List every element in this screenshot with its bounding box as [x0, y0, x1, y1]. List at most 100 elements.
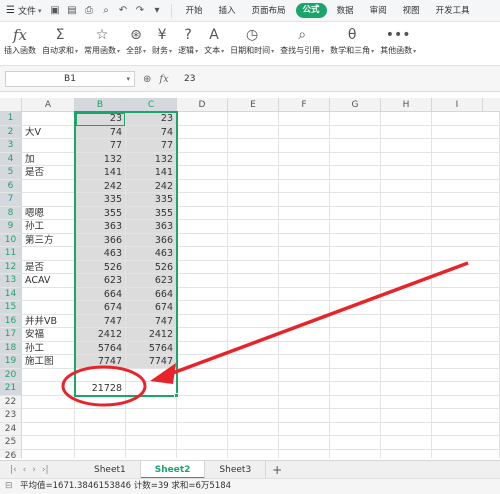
- menu-tab[interactable]: 视图: [395, 0, 428, 22]
- cell-a13[interactable]: ACAV: [22, 274, 75, 288]
- cell-g8[interactable]: [330, 206, 381, 220]
- ribbon-button[interactable]: ⌕ 查找与引用▾: [280, 22, 324, 56]
- row-header[interactable]: 8: [0, 206, 22, 220]
- cell-f11[interactable]: [279, 247, 330, 261]
- cell-d25[interactable]: [177, 436, 228, 450]
- cell-a7[interactable]: [22, 193, 75, 207]
- cell-a23[interactable]: [22, 409, 75, 423]
- cell-i5[interactable]: [432, 166, 500, 180]
- cell-c24[interactable]: [126, 422, 177, 436]
- ribbon-button[interactable]: ◷ 日期和时间▾: [230, 22, 274, 56]
- cell-f21[interactable]: [279, 382, 330, 396]
- row-header[interactable]: 7: [0, 193, 22, 207]
- cell-g22[interactable]: [330, 395, 381, 409]
- cell-h3[interactable]: [381, 139, 432, 153]
- cell-e20[interactable]: [228, 368, 279, 382]
- cell-a6[interactable]: [22, 179, 75, 193]
- row-header[interactable]: 16: [0, 314, 22, 328]
- cell-h17[interactable]: [381, 328, 432, 342]
- cell-i23[interactable]: [432, 409, 500, 423]
- cell-f14[interactable]: [279, 287, 330, 301]
- cell-g2[interactable]: [330, 125, 381, 139]
- column-header[interactable]: H: [381, 98, 432, 112]
- cell-d1[interactable]: [177, 112, 228, 126]
- cell-i26[interactable]: [432, 449, 500, 458]
- menu-tab[interactable]: 开始: [178, 0, 211, 22]
- cell-a12[interactable]: 是否: [22, 260, 75, 274]
- row-header[interactable]: 18: [0, 341, 22, 355]
- cell-h9[interactable]: [381, 220, 432, 234]
- cell-g14[interactable]: [330, 287, 381, 301]
- cell-g3[interactable]: [330, 139, 381, 153]
- cell-h5[interactable]: [381, 166, 432, 180]
- cell-b4[interactable]: 132: [75, 152, 126, 166]
- cell-c1[interactable]: 23: [126, 112, 177, 126]
- cell-a24[interactable]: [22, 422, 75, 436]
- cell-i3[interactable]: [432, 139, 500, 153]
- cell-d12[interactable]: [177, 260, 228, 274]
- column-header[interactable]: G: [330, 98, 381, 112]
- cell-b2[interactable]: 74: [75, 125, 126, 139]
- print-icon[interactable]: ⎙: [82, 5, 97, 16]
- file-menu[interactable]: ☰ 文件 ▾: [0, 0, 48, 22]
- cell-d24[interactable]: [177, 422, 228, 436]
- cell-f24[interactable]: [279, 422, 330, 436]
- cell-g18[interactable]: [330, 341, 381, 355]
- cell-f19[interactable]: [279, 355, 330, 369]
- row-header[interactable]: 3: [0, 139, 22, 153]
- cell-h24[interactable]: [381, 422, 432, 436]
- cell-g9[interactable]: [330, 220, 381, 234]
- cell-h6[interactable]: [381, 179, 432, 193]
- row-header[interactable]: 25: [0, 436, 22, 450]
- cell-h4[interactable]: [381, 152, 432, 166]
- cell-i6[interactable]: [432, 179, 500, 193]
- cell-i11[interactable]: [432, 247, 500, 261]
- cell-d14[interactable]: [177, 287, 228, 301]
- cell-i18[interactable]: [432, 341, 500, 355]
- row-header[interactable]: 20: [0, 368, 22, 382]
- row-header[interactable]: 5: [0, 166, 22, 180]
- cell-i24[interactable]: [432, 422, 500, 436]
- cell-i9[interactable]: [432, 220, 500, 234]
- print-preview-icon[interactable]: ⌕: [99, 5, 114, 16]
- cell-i15[interactable]: [432, 301, 500, 315]
- cell-g17[interactable]: [330, 328, 381, 342]
- column-header[interactable]: B: [75, 98, 126, 112]
- cell-a2[interactable]: 大V: [22, 125, 75, 139]
- row-header[interactable]: 22: [0, 395, 22, 409]
- cell-e4[interactable]: [228, 152, 279, 166]
- cell-g26[interactable]: [330, 449, 381, 458]
- sheet-tab[interactable]: Sheet2: [140, 460, 206, 479]
- cell-b5[interactable]: 141: [75, 166, 126, 180]
- cell-b1[interactable]: 23: [75, 112, 126, 126]
- cell-a22[interactable]: [22, 395, 75, 409]
- ribbon-button[interactable]: ¥ 财务▾: [152, 22, 172, 56]
- formula-input[interactable]: 23: [184, 71, 496, 87]
- cell-h20[interactable]: [381, 368, 432, 382]
- row-header[interactable]: 11: [0, 247, 22, 261]
- cell-b16[interactable]: 747: [75, 314, 126, 328]
- cell-f16[interactable]: [279, 314, 330, 328]
- spreadsheet-grid[interactable]: ABCDEFGHI 1 23 23 2 大V 74 74 3 77 77 4 加 132 132 5 是否 14…: [0, 98, 500, 458]
- cell-b25[interactable]: [75, 436, 126, 450]
- cell-c5[interactable]: 141: [126, 166, 177, 180]
- cell-i20[interactable]: [432, 368, 500, 382]
- cell-h22[interactable]: [381, 395, 432, 409]
- cell-f22[interactable]: [279, 395, 330, 409]
- row-header[interactable]: 12: [0, 260, 22, 274]
- cell-a3[interactable]: [22, 139, 75, 153]
- cell-d2[interactable]: [177, 125, 228, 139]
- cell-c7[interactable]: 335: [126, 193, 177, 207]
- cell-h16[interactable]: [381, 314, 432, 328]
- column-header[interactable]: I: [432, 98, 483, 112]
- cell-c22[interactable]: [126, 395, 177, 409]
- cell-h23[interactable]: [381, 409, 432, 423]
- cell-f9[interactable]: [279, 220, 330, 234]
- cell-c20[interactable]: [126, 368, 177, 382]
- row-header[interactable]: 13: [0, 274, 22, 288]
- cell-e22[interactable]: [228, 395, 279, 409]
- cell-d7[interactable]: [177, 193, 228, 207]
- cell-f13[interactable]: [279, 274, 330, 288]
- cell-e19[interactable]: [228, 355, 279, 369]
- cell-g13[interactable]: [330, 274, 381, 288]
